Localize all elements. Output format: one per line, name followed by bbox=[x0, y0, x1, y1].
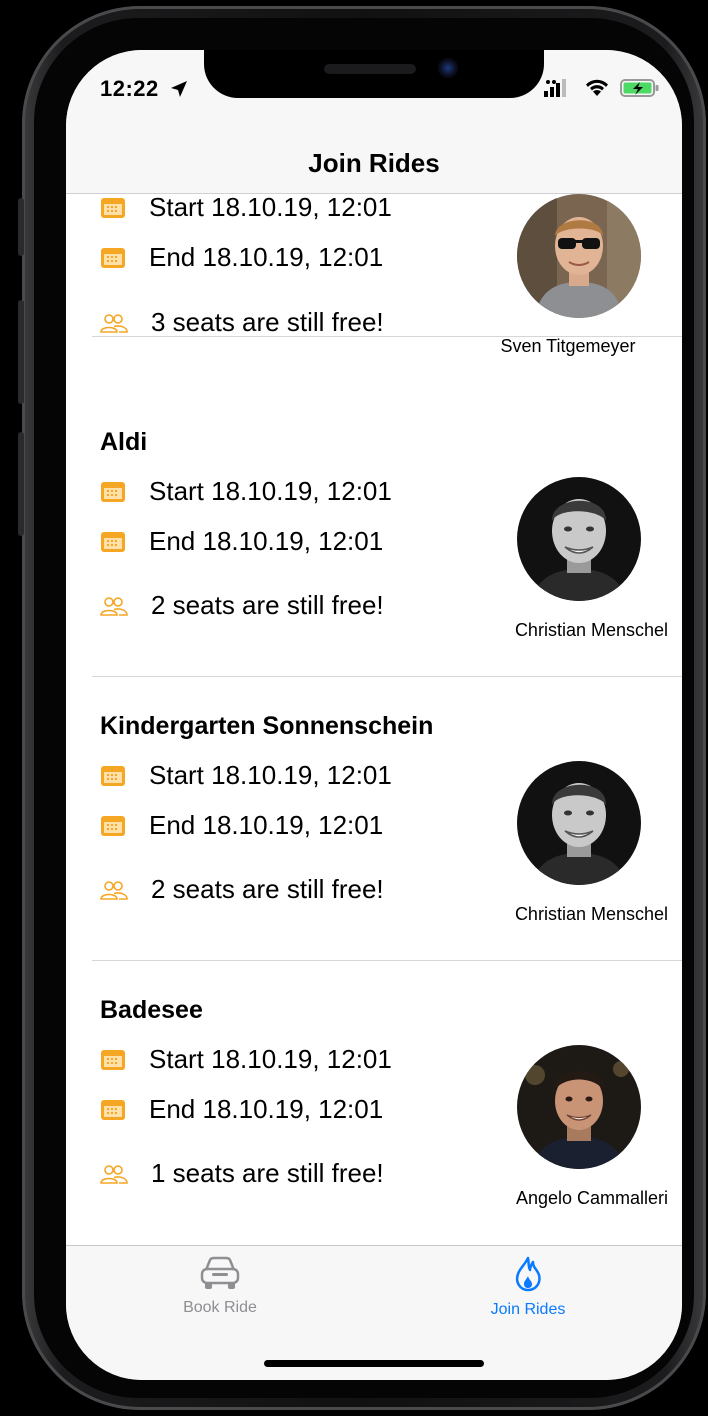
tab-label: Join Rides bbox=[490, 1301, 566, 1318]
ride-cell[interactable]: Aldi Start 18.10.19, 12:01 End 18.10.19,… bbox=[66, 394, 682, 677]
ride-start-text: Start 18.10.19, 12:01 bbox=[149, 1044, 392, 1074]
calendar-icon bbox=[101, 531, 125, 552]
ride-end-text: End 18.10.19, 12:01 bbox=[149, 526, 384, 556]
screen: 12:22 Join Rides Start 18.10.19, 12:01 E… bbox=[66, 50, 682, 1380]
cell-divider bbox=[92, 336, 682, 337]
home-indicator[interactable] bbox=[264, 1360, 484, 1367]
ride-cell[interactable]: Kindergarten Sonnenschein Start 18.10.19… bbox=[66, 678, 682, 961]
ride-title: Badesee bbox=[100, 996, 203, 1024]
ride-end-row: End 18.10.19, 12:01 bbox=[100, 1094, 383, 1125]
ride-end-text: End 18.10.19, 12:01 bbox=[149, 242, 384, 272]
navigation-bar: Join Rides bbox=[66, 136, 682, 194]
tab-label: Book Ride bbox=[183, 1299, 257, 1316]
status-icons bbox=[544, 78, 660, 98]
mute-switch bbox=[18, 198, 24, 256]
ride-end-text: End 18.10.19, 12:01 bbox=[149, 1094, 384, 1124]
ride-start-text: Start 18.10.19, 12:01 bbox=[149, 476, 392, 506]
location-arrow-icon bbox=[171, 81, 187, 97]
ride-seats-row: 2 seats are still free! bbox=[100, 874, 384, 905]
driver-photo bbox=[517, 1045, 641, 1169]
tab-book-ride[interactable]: Book Ride bbox=[120, 1256, 320, 1317]
status-time: 12:22 bbox=[100, 76, 159, 101]
driver-photo bbox=[517, 477, 641, 601]
calendar-icon bbox=[101, 1099, 125, 1120]
people-icon bbox=[100, 596, 128, 616]
cell-divider bbox=[92, 676, 682, 677]
ride-start-row: Start 18.10.19, 12:01 bbox=[100, 760, 392, 791]
driver-avatar bbox=[517, 1045, 641, 1169]
ride-seats-row: 2 seats are still free! bbox=[100, 590, 384, 621]
calendar-icon bbox=[101, 197, 125, 218]
driver-name: Angelo Cammalleri bbox=[515, 1188, 668, 1208]
ride-start-row: Start 18.10.19, 12:01 bbox=[100, 194, 392, 223]
ride-seats-text: 1 seats are still free! bbox=[151, 1158, 384, 1188]
calendar-icon bbox=[101, 815, 125, 836]
people-icon bbox=[100, 1164, 128, 1184]
ride-end-row: End 18.10.19, 12:01 bbox=[100, 242, 383, 273]
rides-list[interactable]: Start 18.10.19, 12:01 End 18.10.19, 12:0… bbox=[66, 194, 682, 1245]
page-title: Join Rides bbox=[308, 148, 440, 178]
driver-name: Christian Menschel bbox=[514, 620, 668, 640]
cell-divider bbox=[92, 960, 682, 961]
ride-seats-text: 2 seats are still free! bbox=[151, 590, 384, 620]
ride-seats-text: 3 seats are still free! bbox=[151, 307, 384, 337]
calendar-icon bbox=[101, 247, 125, 268]
driver-avatar bbox=[517, 761, 641, 885]
driver-name: Sven Titgemeyer bbox=[500, 336, 636, 356]
notch bbox=[204, 50, 544, 98]
ride-cell[interactable]: Badesee Start 18.10.19, 12:01 End 18.10.… bbox=[66, 962, 682, 1245]
ride-start-row: Start 18.10.19, 12:01 bbox=[100, 1044, 392, 1075]
ride-seats-row: 3 seats are still free! bbox=[100, 307, 384, 338]
ride-start-row: Start 18.10.19, 12:01 bbox=[100, 476, 392, 507]
tab-join-rides[interactable]: Join Rides bbox=[428, 1256, 628, 1319]
ride-start-text: Start 18.10.19, 12:01 bbox=[149, 194, 392, 222]
car-icon bbox=[200, 1256, 240, 1289]
ride-end-row: End 18.10.19, 12:01 bbox=[100, 526, 383, 557]
ride-end-row: End 18.10.19, 12:01 bbox=[100, 810, 383, 841]
ride-start-text: Start 18.10.19, 12:01 bbox=[149, 760, 392, 790]
cellular-signal-icon bbox=[544, 79, 566, 97]
ride-end-text: End 18.10.19, 12:01 bbox=[149, 810, 384, 840]
driver-photo bbox=[517, 761, 641, 885]
calendar-icon bbox=[101, 765, 125, 786]
battery-charging-icon bbox=[620, 79, 659, 97]
people-icon bbox=[100, 880, 128, 900]
flame-icon bbox=[515, 1256, 541, 1292]
driver-avatar bbox=[517, 194, 641, 318]
ride-seats-row: 1 seats are still free! bbox=[100, 1158, 384, 1189]
ride-cell[interactable]: Start 18.10.19, 12:01 End 18.10.19, 12:0… bbox=[66, 194, 682, 356]
status-bar: 12:22 bbox=[66, 50, 682, 136]
ride-seats-text: 2 seats are still free! bbox=[151, 874, 384, 904]
calendar-icon bbox=[101, 481, 125, 502]
ride-title: Aldi bbox=[100, 428, 148, 456]
people-icon bbox=[100, 313, 128, 333]
driver-avatar bbox=[517, 477, 641, 601]
volume-down-button bbox=[18, 432, 24, 536]
calendar-icon bbox=[101, 1049, 125, 1070]
driver-photo bbox=[517, 194, 641, 318]
speaker bbox=[324, 64, 416, 74]
wifi-icon bbox=[586, 79, 608, 96]
volume-up-button bbox=[18, 300, 24, 404]
ride-title: Kindergarten Sonnenschein bbox=[100, 712, 434, 740]
front-camera bbox=[438, 58, 458, 78]
driver-name: Christian Menschel bbox=[514, 904, 668, 924]
